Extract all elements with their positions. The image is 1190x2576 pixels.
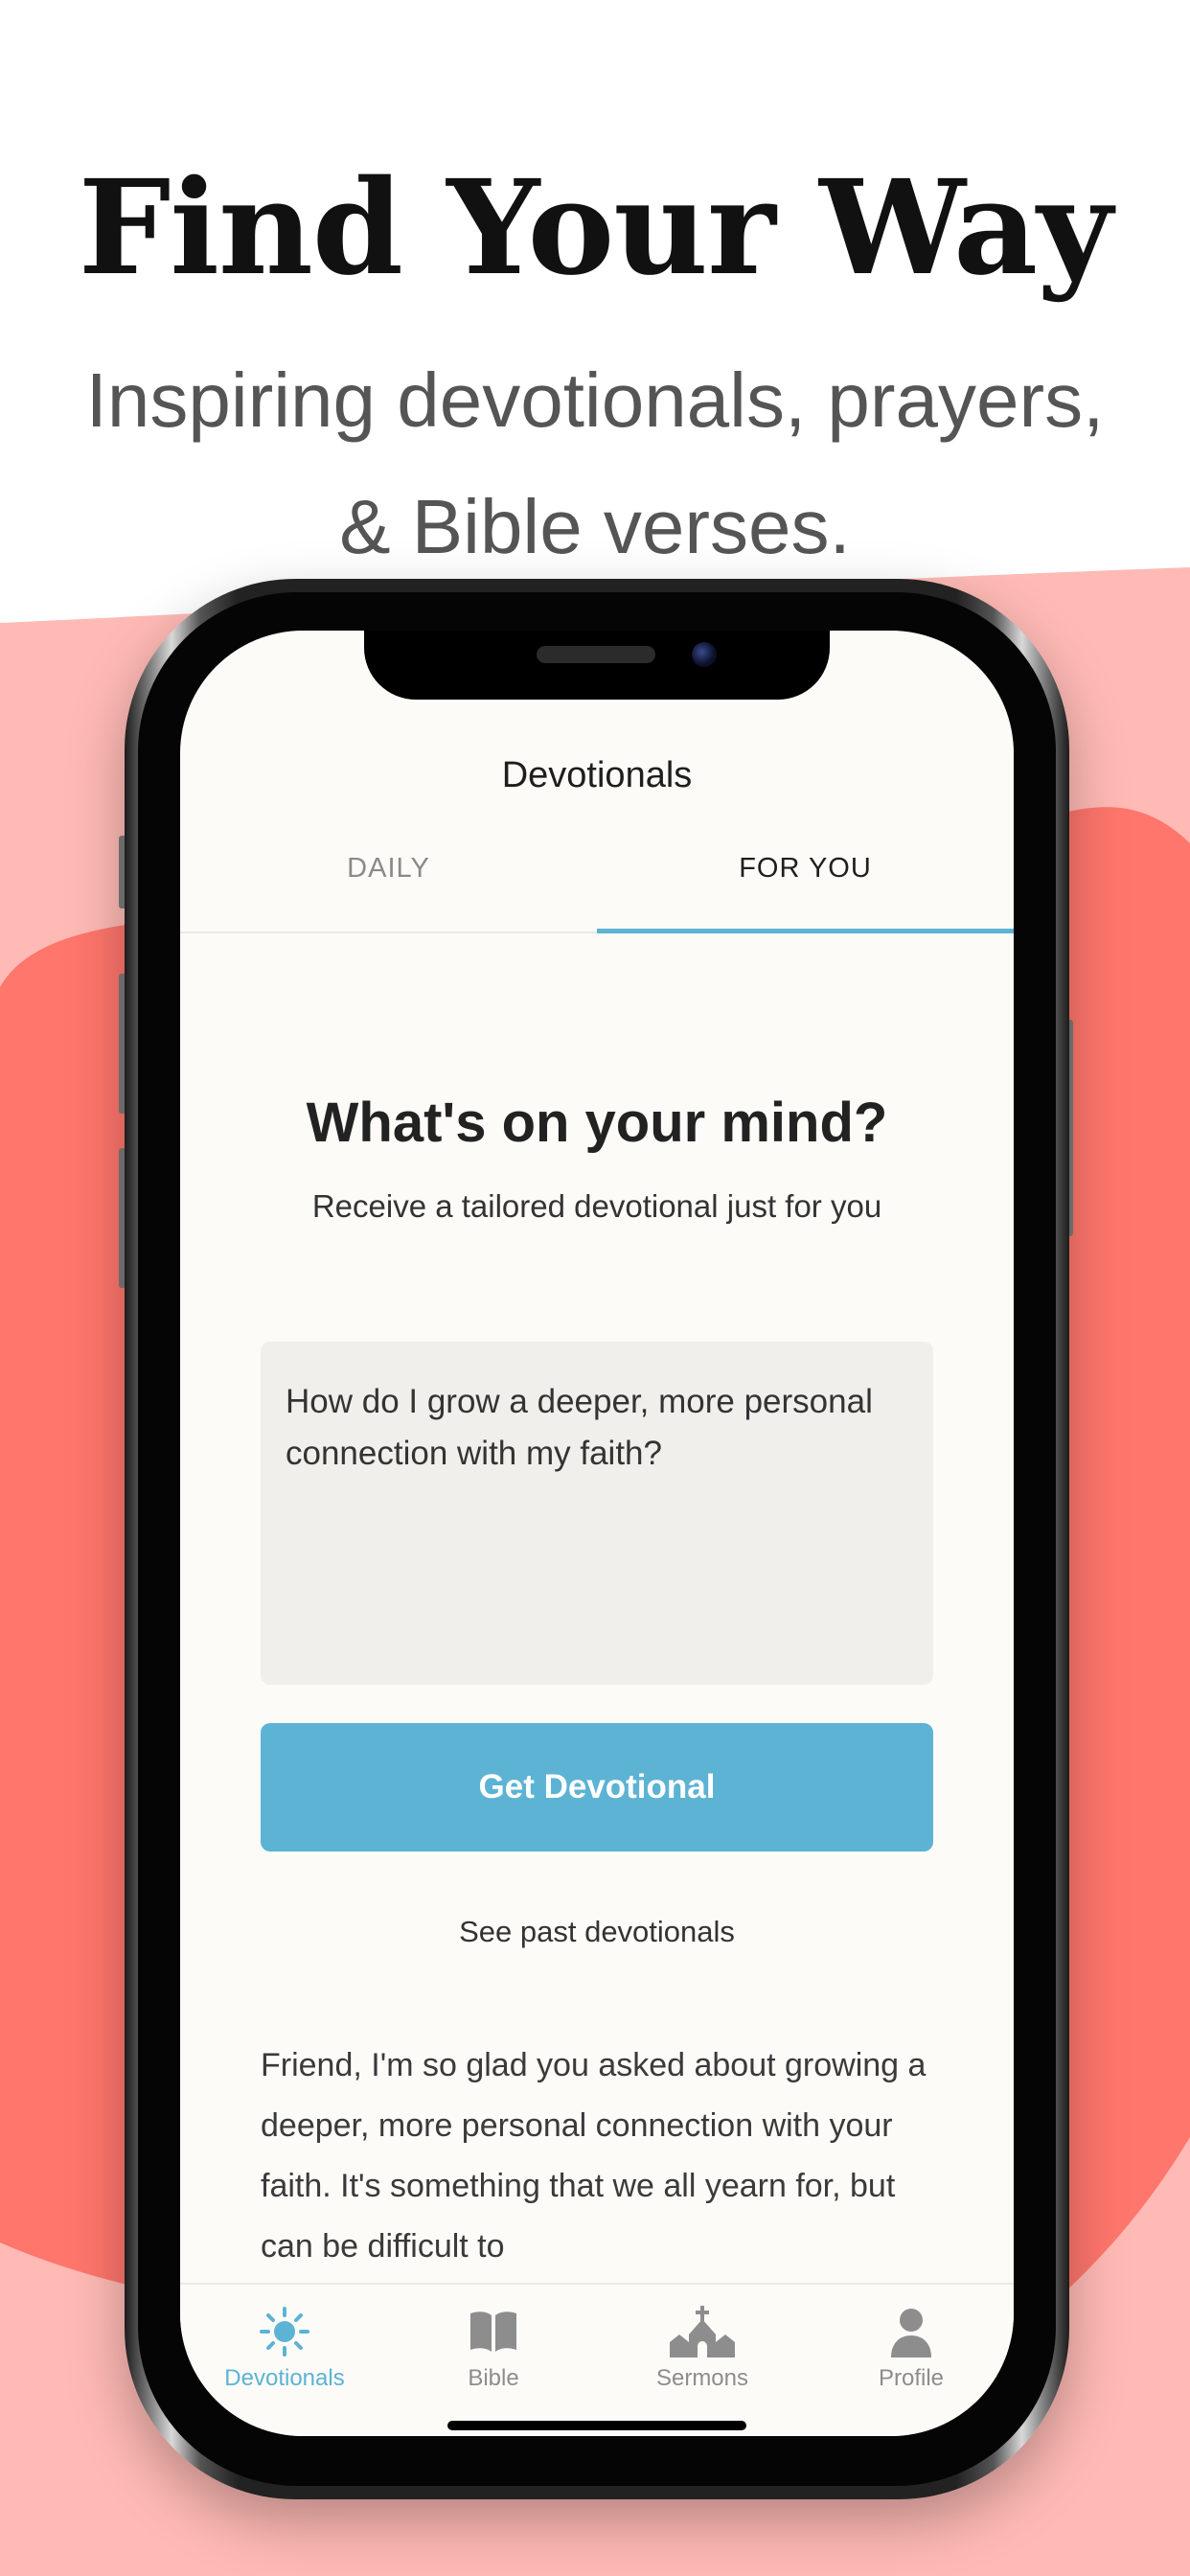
tabbar-item-devotionals[interactable]: Devotionals bbox=[180, 2306, 389, 2392]
devotional-response-text: Friend, I'm so glad you asked about grow… bbox=[261, 2047, 927, 2265]
speaker-grille bbox=[537, 646, 655, 663]
tabbar-item-bible[interactable]: Bible bbox=[389, 2306, 598, 2392]
book-icon bbox=[470, 2312, 516, 2352]
segment-tabs: DAILY FOR YOU bbox=[180, 853, 1014, 910]
get-devotional-button[interactable]: Get Devotional bbox=[261, 1723, 933, 1852]
person-icon bbox=[891, 2309, 931, 2358]
get-devotional-label: Get Devotional bbox=[478, 1768, 716, 1806]
tabbar-label-sermons: Sermons bbox=[655, 2365, 749, 2391]
tabbar-item-profile[interactable]: Profile bbox=[807, 2306, 1014, 2392]
tabbar-label-bible: Bible bbox=[468, 2365, 519, 2391]
nav-title: Devotionals bbox=[501, 755, 693, 795]
tab-daily[interactable]: DAILY bbox=[180, 853, 597, 885]
tabbar-label-devotionals: Devotionals bbox=[224, 2365, 345, 2391]
bottom-tab-bar: Devotionals Bible Sermons Profile bbox=[180, 2283, 1014, 2436]
tab-for-you[interactable]: FOR YOU bbox=[597, 853, 1014, 885]
question-textarea[interactable]: How do I grow a deeper, more personal co… bbox=[261, 1342, 933, 1685]
prompt-subheading: Receive a tailored devotional just for y… bbox=[311, 1188, 882, 1224]
phone-screen: Devotionals DAILY FOR YOU What's on your… bbox=[180, 631, 1014, 2436]
tabbar-item-sermons[interactable]: Sermons bbox=[598, 2306, 807, 2392]
marketing-headline: Find Your Way bbox=[78, 151, 1112, 305]
church-icon bbox=[670, 2306, 735, 2358]
front-camera bbox=[692, 642, 717, 667]
prompt-heading: What's on your mind? bbox=[306, 1092, 888, 1154]
sun-icon bbox=[260, 2307, 309, 2357]
active-tab-indicator bbox=[597, 929, 1014, 933]
marketing-subhead: Inspiring devotionals, prayers, & Bible … bbox=[85, 357, 1105, 569]
tabbar-label-profile: Profile bbox=[878, 2365, 945, 2391]
see-past-devotionals-link[interactable]: See past devotionals bbox=[180, 1915, 1014, 1949]
home-indicator[interactable] bbox=[447, 2421, 746, 2430]
phone-notch bbox=[364, 631, 830, 700]
